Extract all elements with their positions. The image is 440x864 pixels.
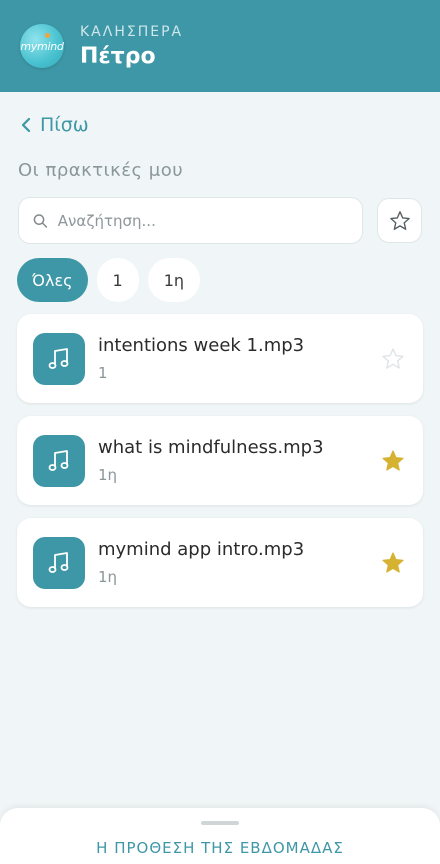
back-button[interactable]: Πίσω [20, 114, 89, 136]
practice-week: 1 [98, 364, 108, 382]
chevron-left-icon [21, 118, 31, 132]
practice-title: what is mindfulness.mp3 [98, 437, 324, 458]
practice-info: intentions week 1.mp3 1 [98, 335, 381, 382]
mymind-logo: mymind [20, 24, 64, 68]
chip-all[interactable]: Όλες [17, 258, 88, 302]
logo-dot [45, 33, 50, 38]
sheet-title: Η ΠΡΟΘΕΣΗ ΤΗΣ ΕΒΔΟΜΑΔΑΣ [96, 839, 344, 857]
practice-card[interactable]: intentions week 1.mp3 1 [17, 314, 423, 403]
search-row [18, 197, 422, 244]
star-outline-icon [389, 210, 410, 230]
practice-card[interactable]: what is mindfulness.mp3 1η [17, 416, 423, 505]
app-header: mymind ΚΑΛΗΣΠΕΡΑ Πέτρο [0, 0, 440, 92]
sheet-drag-handle[interactable] [201, 821, 239, 825]
greeting-label: ΚΑΛΗΣΠΕΡΑ [80, 23, 184, 40]
practice-card[interactable]: mymind app intro.mp3 1η [17, 518, 423, 607]
music-note-icon [33, 536, 85, 589]
search-icon [33, 213, 48, 228]
favorites-filter-button[interactable] [377, 198, 422, 243]
search-input[interactable] [57, 211, 362, 230]
filter-chips: Όλες 1 1η [17, 258, 440, 302]
chip-1st[interactable]: 1η [147, 258, 201, 302]
star-filled-icon[interactable] [381, 551, 405, 575]
music-note-icon [33, 434, 85, 487]
practice-week: 1η [98, 466, 118, 484]
practice-list: intentions week 1.mp3 1 what is mindfuln… [17, 314, 423, 607]
star-filled-icon[interactable] [381, 449, 405, 473]
back-label: Πίσω [40, 114, 89, 136]
music-note-icon [33, 332, 85, 385]
search-box [18, 197, 363, 244]
star-outline-icon[interactable] [381, 347, 405, 371]
practice-info: mymind app intro.mp3 1η [98, 539, 381, 586]
user-name: Πέτρο [80, 43, 156, 69]
greeting-block: ΚΑΛΗΣΠΕΡΑ Πέτρο [80, 24, 183, 69]
practice-info: what is mindfulness.mp3 1η [98, 437, 381, 484]
practice-title: intentions week 1.mp3 [98, 335, 305, 356]
practice-title: mymind app intro.mp3 [98, 539, 305, 560]
chip-1[interactable]: 1 [96, 258, 139, 302]
logo-text: mymind [20, 39, 64, 53]
page-title: Οι πρακτικές μου [18, 160, 184, 181]
practice-week: 1η [98, 568, 118, 586]
weekly-intention-sheet[interactable]: Η ΠΡΟΘΕΣΗ ΤΗΣ ΕΒΔΟΜΑΔΑΣ [0, 808, 440, 864]
